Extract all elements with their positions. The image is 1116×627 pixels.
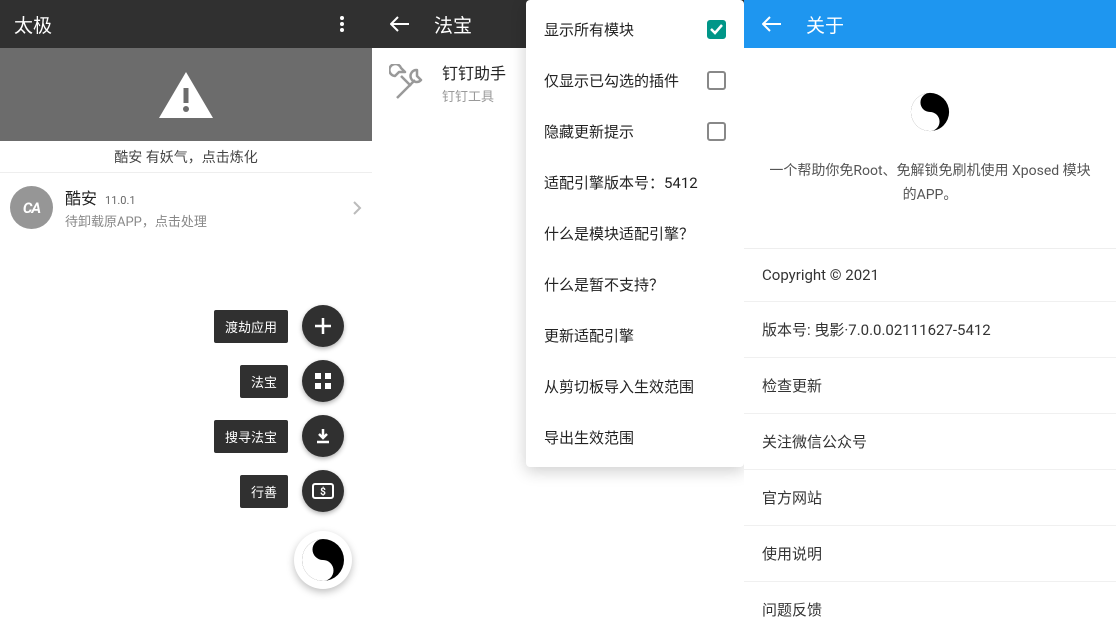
- menu-label: 什么是模块适配引擎？: [544, 223, 694, 244]
- chevron-right-icon: [352, 200, 362, 216]
- more-vert-icon: [340, 16, 344, 32]
- grid-icon: [314, 372, 332, 390]
- taichi-icon: [910, 92, 950, 132]
- menu-label: 仅显示已勾选的插件: [544, 70, 679, 91]
- about-item-wechat[interactable]: 关注微信公众号: [744, 414, 1116, 470]
- arrow-back-icon: [390, 16, 410, 32]
- options-dropdown: 显示所有模块 仅显示已勾选的插件 隐藏更新提示 适配引擎版本号：5412 什么是…: [526, 0, 744, 467]
- fab-button-money[interactable]: $: [302, 470, 344, 512]
- svg-text:$: $: [320, 485, 326, 498]
- menu-label: 从剪切板导入生效范围: [544, 376, 694, 397]
- plus-icon: [314, 317, 332, 335]
- menu-item-show-all[interactable]: 显示所有模块: [526, 4, 744, 55]
- about-list: Copyright © 2021 版本号: 曳影·7.0.0.02111627-…: [744, 248, 1116, 627]
- about-logo: [744, 48, 1116, 160]
- about-item-website[interactable]: 官方网站: [744, 470, 1116, 526]
- fab-label: 法宝: [240, 365, 288, 398]
- warning-icon: [157, 70, 215, 120]
- checkbox-icon: [707, 20, 726, 39]
- about-item-copyright[interactable]: Copyright © 2021: [744, 249, 1116, 302]
- fab-button-grid[interactable]: [302, 360, 344, 402]
- menu-label: 更新适配引擎: [544, 325, 634, 346]
- fab-label: 渡劫应用: [214, 310, 288, 343]
- menu-label: 什么是暂不支持？: [544, 274, 664, 295]
- fab-main-button[interactable]: [294, 531, 352, 589]
- fab-button-download[interactable]: [302, 415, 344, 457]
- fab-button-plus[interactable]: [302, 305, 344, 347]
- fab-item-apps[interactable]: 渡劫应用: [214, 305, 344, 347]
- app-icon: CA: [10, 186, 53, 229]
- fab-item-modules[interactable]: 法宝: [240, 360, 344, 402]
- fab-label: 搜寻法宝: [214, 420, 288, 453]
- about-item-version[interactable]: 版本号: 曳影·7.0.0.02111627-5412: [744, 302, 1116, 358]
- about-item-manual[interactable]: 使用说明: [744, 526, 1116, 582]
- menu-item-show-checked[interactable]: 仅显示已勾选的插件: [526, 55, 744, 106]
- back-button[interactable]: [386, 10, 414, 38]
- menu-item-update-engine[interactable]: 更新适配引擎: [526, 310, 744, 361]
- app-header: 关于: [744, 0, 1116, 48]
- menu-label: 适配引擎版本号：5412: [544, 172, 698, 193]
- checkbox-icon: [707, 122, 726, 141]
- module-icon: [386, 61, 430, 105]
- app-title: 太极: [14, 11, 52, 38]
- app-header: 太极: [0, 0, 372, 48]
- menu-label: 隐藏更新提示: [544, 121, 634, 142]
- app-desc: 待卸载原APP，点击处理: [65, 211, 340, 230]
- wrench-icon: [389, 64, 427, 102]
- app-title: 法宝: [434, 11, 472, 38]
- download-icon: [314, 427, 332, 445]
- more-menu-button[interactable]: [322, 0, 362, 48]
- menu-item-what-engine[interactable]: 什么是模块适配引擎？: [526, 208, 744, 259]
- app-info: 酷安 11.0.1 待卸载原APP，点击处理: [65, 185, 340, 230]
- back-button[interactable]: [758, 10, 786, 38]
- about-item-check-update[interactable]: 检查更新: [744, 358, 1116, 414]
- app-version: 11.0.1: [105, 194, 136, 207]
- fab-item-donate[interactable]: 行善 $: [240, 470, 344, 512]
- menu-item-export-scope[interactable]: 导出生效范围: [526, 412, 744, 463]
- menu-item-engine-version[interactable]: 适配引擎版本号：5412: [526, 157, 744, 208]
- app-title: 关于: [806, 11, 844, 38]
- checkbox-icon: [707, 71, 726, 90]
- menu-item-what-unsupported[interactable]: 什么是暂不支持？: [526, 259, 744, 310]
- money-icon: $: [312, 483, 334, 499]
- about-description: 一个帮助你免Root、免解锁免刷机使用 Xposed 模块的APP。: [744, 160, 1116, 248]
- app-list-item[interactable]: CA 酷安 11.0.1 待卸载原APP，点击处理: [0, 173, 372, 242]
- fab-item-search[interactable]: 搜寻法宝: [214, 415, 344, 457]
- menu-item-import-clipboard[interactable]: 从剪切板导入生效范围: [526, 361, 744, 412]
- about-item-feedback[interactable]: 问题反馈: [744, 582, 1116, 627]
- taichi-icon: [301, 538, 345, 582]
- menu-label: 显示所有模块: [544, 19, 634, 40]
- warning-banner[interactable]: [0, 48, 372, 141]
- menu-item-hide-update[interactable]: 隐藏更新提示: [526, 106, 744, 157]
- app-name: 酷安: [65, 185, 97, 209]
- warning-caption[interactable]: 酷安 有妖气，点击炼化: [0, 141, 372, 173]
- arrow-back-icon: [762, 16, 782, 32]
- fab-label: 行善: [240, 475, 288, 508]
- menu-label: 导出生效范围: [544, 427, 634, 448]
